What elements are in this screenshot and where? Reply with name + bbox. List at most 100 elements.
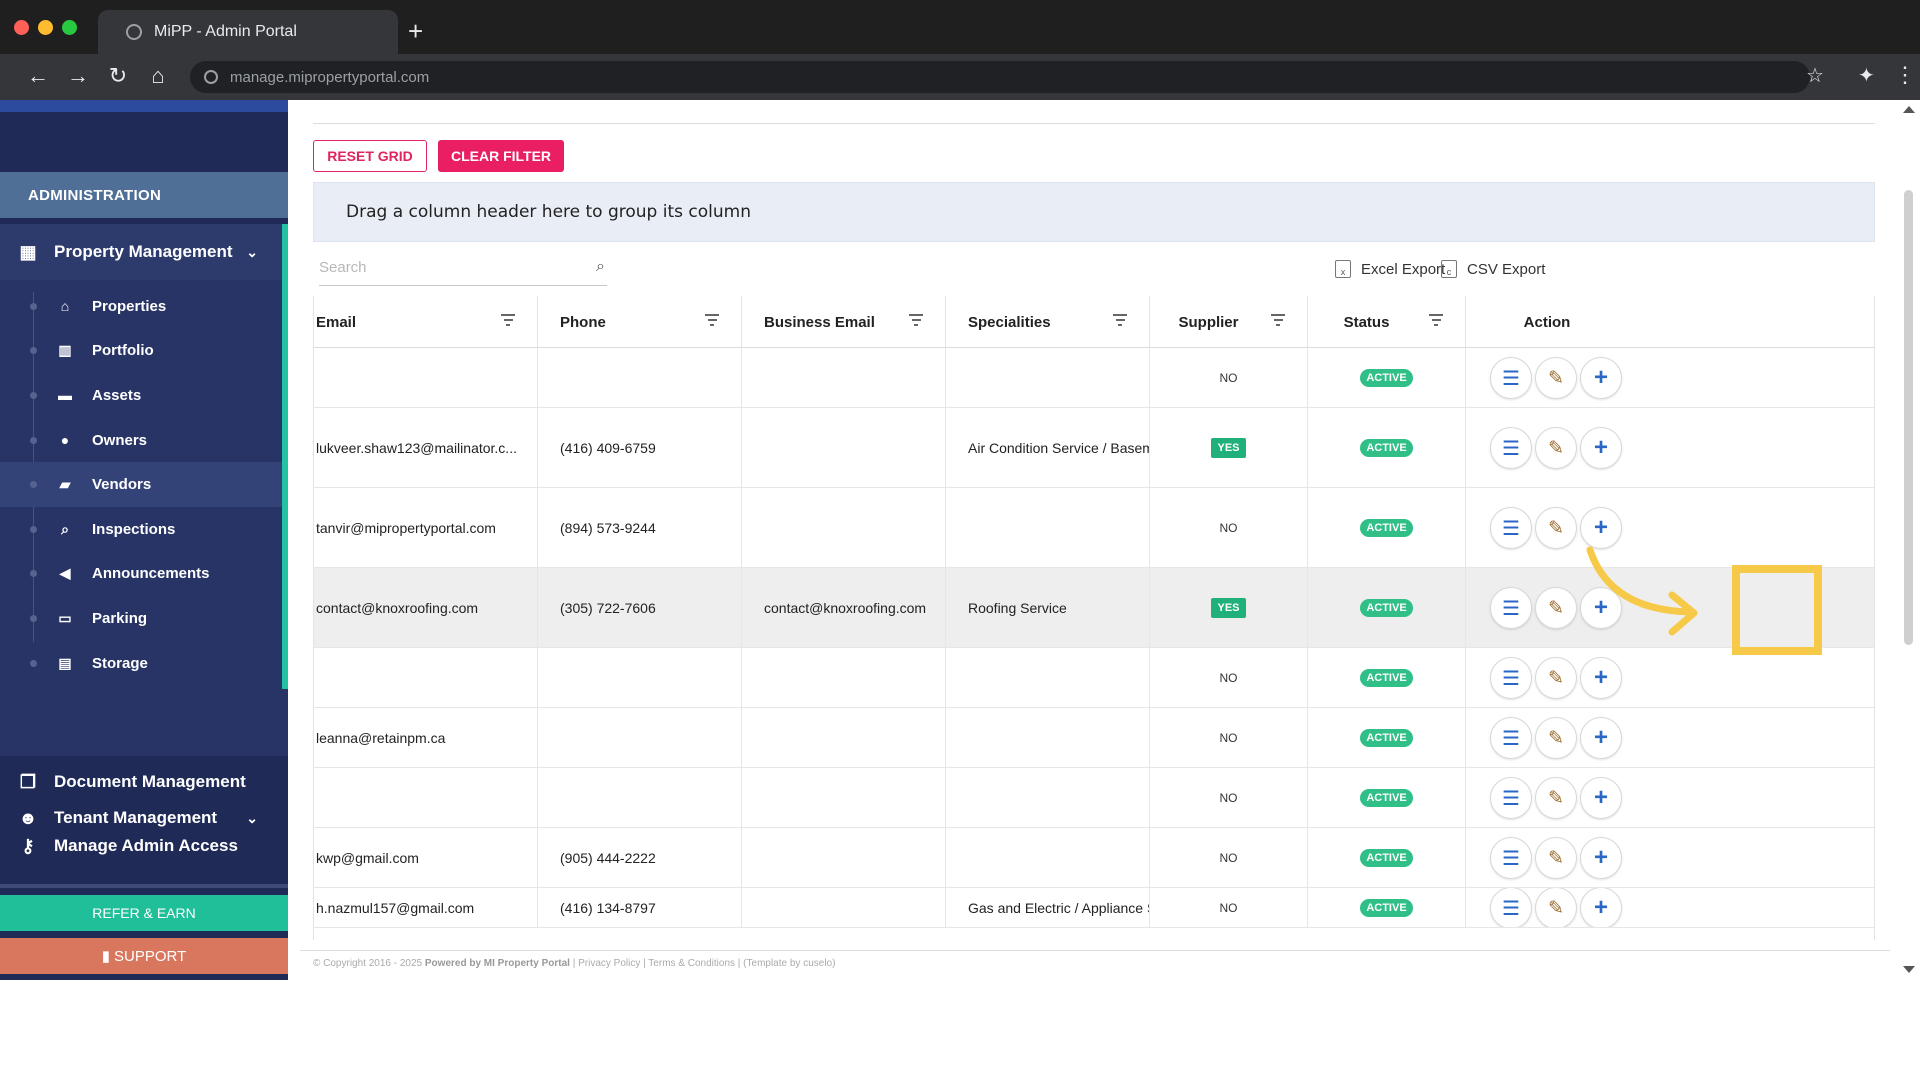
column-header-supplier[interactable]: Supplier bbox=[1150, 296, 1308, 348]
view-details-button[interactable]: ☰ bbox=[1490, 507, 1532, 549]
edit-button[interactable]: ✎ bbox=[1535, 427, 1577, 469]
back-arrow-icon[interactable]: ← bbox=[24, 63, 52, 89]
refer-earn-button[interactable]: REFER & EARN bbox=[0, 895, 288, 931]
filter-icon[interactable] bbox=[1271, 314, 1285, 329]
add-button[interactable]: + bbox=[1580, 777, 1622, 819]
home-icon[interactable]: ⌂ bbox=[144, 63, 172, 89]
group-by-panel[interactable]: Drag a column header here to group its c… bbox=[313, 182, 1875, 242]
table-row[interactable]: lukveer.shaw123@mailinator.c... (416) 409… bbox=[314, 408, 1874, 488]
browser-tab[interactable]: MiPP - Admin Portal bbox=[98, 10, 398, 54]
site-info-icon[interactable] bbox=[204, 70, 218, 84]
table-row[interactable]: tanvir@mipropertyportal.com (894) 573-924… bbox=[314, 488, 1874, 568]
status-badge: ACTIVE bbox=[1360, 788, 1413, 807]
footer-links[interactable]: | Privacy Policy | Terms & Conditions | bbox=[573, 958, 741, 969]
scrollbar-thumb[interactable] bbox=[1904, 190, 1913, 645]
add-button[interactable]: + bbox=[1580, 587, 1622, 629]
briefcase-icon: ▰ bbox=[59, 476, 71, 493]
view-details-button[interactable]: ☰ bbox=[1490, 777, 1532, 819]
edit-button[interactable]: ✎ bbox=[1535, 507, 1577, 549]
table-row[interactable]: kwp@gmail.com (905) 444-2222 NO ACTIVE ☰ ✎ + bbox=[314, 828, 1874, 888]
supplier-badge: YES bbox=[1211, 437, 1246, 458]
add-button[interactable]: + bbox=[1580, 507, 1622, 549]
scroll-up-arrow-icon[interactable] bbox=[1903, 106, 1915, 113]
close-window-button[interactable] bbox=[14, 20, 29, 35]
view-details-button[interactable]: ☰ bbox=[1490, 837, 1532, 879]
powered-by-link[interactable]: Powered by MI Property Portal bbox=[425, 958, 570, 969]
table-row[interactable]: contact@knoxroofing.com (305) 722-7606 con… bbox=[314, 568, 1874, 648]
column-header-email[interactable]: Email bbox=[314, 296, 538, 348]
browser-menu-icon[interactable]: ⋮ bbox=[1894, 62, 1916, 88]
template-credit: (Template by cuselo) bbox=[743, 958, 836, 969]
add-button[interactable]: + bbox=[1580, 837, 1622, 879]
reset-grid-button[interactable]: RESET GRID bbox=[313, 140, 427, 172]
bullet-dot bbox=[30, 436, 37, 444]
maximize-window-button[interactable] bbox=[62, 20, 77, 35]
plus-icon: + bbox=[1593, 664, 1608, 691]
filter-icon[interactable] bbox=[501, 314, 515, 329]
view-details-button[interactable]: ☰ bbox=[1490, 657, 1532, 699]
forward-arrow-icon[interactable]: → bbox=[64, 63, 92, 89]
add-button[interactable]: + bbox=[1580, 888, 1622, 927]
sidebar-item-owners[interactable]: ● Owners bbox=[0, 418, 282, 463]
extensions-icon[interactable]: ✦ bbox=[1858, 63, 1875, 88]
edit-button[interactable]: ✎ bbox=[1535, 777, 1577, 819]
edit-button[interactable]: ✎ bbox=[1535, 587, 1577, 629]
add-button[interactable]: + bbox=[1580, 717, 1622, 759]
sidebar-item-document-management[interactable]: ❐ Document Management bbox=[0, 753, 288, 811]
reload-icon[interactable]: ↻ bbox=[104, 63, 132, 89]
table-row[interactable]: NO ACTIVE ☰ ✎ + bbox=[314, 348, 1874, 408]
column-header-business-email[interactable]: Business Email bbox=[742, 296, 946, 348]
edit-button[interactable]: ✎ bbox=[1535, 888, 1577, 927]
cell-business-email bbox=[742, 768, 946, 827]
new-tab-button[interactable]: + bbox=[408, 18, 423, 44]
table-row[interactable]: h.nazmul157@gmail.com (416) 134-8797 Gas a… bbox=[314, 888, 1874, 928]
cell-email: contact@knoxroofing.com bbox=[314, 568, 538, 647]
column-header-status[interactable]: Status bbox=[1308, 296, 1466, 348]
sidebar-item-announcements[interactable]: ◀ Announcements bbox=[0, 552, 282, 597]
edit-button[interactable]: ✎ bbox=[1535, 657, 1577, 699]
table-row[interactable]: NO ACTIVE ☰ ✎ + bbox=[314, 648, 1874, 708]
table-row[interactable]: NO ACTIVE ☰ ✎ + bbox=[314, 768, 1874, 828]
csv-export-button[interactable]: c CSV Export bbox=[1441, 260, 1545, 278]
view-details-button[interactable]: ☰ bbox=[1490, 427, 1532, 469]
edit-button[interactable]: ✎ bbox=[1535, 717, 1577, 759]
view-details-button[interactable]: ☰ bbox=[1490, 888, 1532, 927]
view-details-button[interactable]: ☰ bbox=[1490, 587, 1532, 629]
search-input[interactable] bbox=[319, 259, 569, 276]
excel-export-button[interactable]: x Excel Export bbox=[1335, 260, 1445, 278]
add-button[interactable]: + bbox=[1580, 357, 1622, 399]
column-header-specialities[interactable]: Specialities bbox=[946, 296, 1150, 348]
edit-button[interactable]: ✎ bbox=[1535, 357, 1577, 399]
sidebar-item-parking[interactable]: ▭ Parking bbox=[0, 596, 282, 641]
sidebar-item-portfolio[interactable]: ▥ Portfolio bbox=[0, 329, 282, 374]
add-button[interactable]: + bbox=[1580, 427, 1622, 469]
property-management-toggle[interactable]: ▦ Property Management ⌄ bbox=[0, 224, 288, 280]
column-header-phone[interactable]: Phone bbox=[538, 296, 742, 348]
filter-icon[interactable] bbox=[909, 314, 923, 329]
add-button[interactable]: + bbox=[1580, 657, 1622, 699]
filter-icon[interactable] bbox=[1429, 314, 1443, 329]
sidebar-item-assets[interactable]: ▬ Assets bbox=[0, 373, 282, 418]
sidebar-item-properties[interactable]: ⌂ Properties bbox=[0, 284, 282, 329]
plus-icon: + bbox=[1593, 594, 1608, 621]
sidebar-item-inspections[interactable]: ⌕ Inspections bbox=[0, 507, 282, 552]
scroll-down-arrow-icon[interactable] bbox=[1903, 966, 1915, 973]
filter-icon[interactable] bbox=[705, 314, 719, 329]
clear-filter-button[interactable]: CLEAR FILTER bbox=[438, 140, 564, 172]
sidebar-item-storage[interactable]: ▤ Storage bbox=[0, 641, 282, 686]
sidebar-item-vendors[interactable]: ▰ Vendors bbox=[0, 462, 282, 507]
support-button[interactable]: ▮ SUPPORT bbox=[0, 938, 288, 974]
edit-button[interactable]: ✎ bbox=[1535, 837, 1577, 879]
search-icon[interactable]: ⌕ bbox=[596, 258, 605, 276]
table-row[interactable]: leanna@retainpm.ca NO ACTIVE ☰ ✎ + bbox=[314, 708, 1874, 768]
view-details-button[interactable]: ☰ bbox=[1490, 717, 1532, 759]
minimize-window-button[interactable] bbox=[38, 20, 53, 35]
view-details-button[interactable]: ☰ bbox=[1490, 357, 1532, 399]
bookmark-star-icon[interactable]: ☆ bbox=[1806, 63, 1824, 88]
page-scrollbar[interactable] bbox=[1897, 100, 1920, 980]
filter-icon[interactable] bbox=[1113, 314, 1127, 329]
search-box: ⌕ bbox=[319, 250, 607, 286]
sidebar-item-manage-admin-access[interactable]: ⚷ Manage Admin Access bbox=[0, 817, 288, 875]
address-bar[interactable]: manage.mipropertyportal.com bbox=[190, 61, 1810, 93]
property-management-submenu: ⌂ Properties ▥ Portfolio ▬ Assets ● Owne… bbox=[0, 284, 282, 685]
